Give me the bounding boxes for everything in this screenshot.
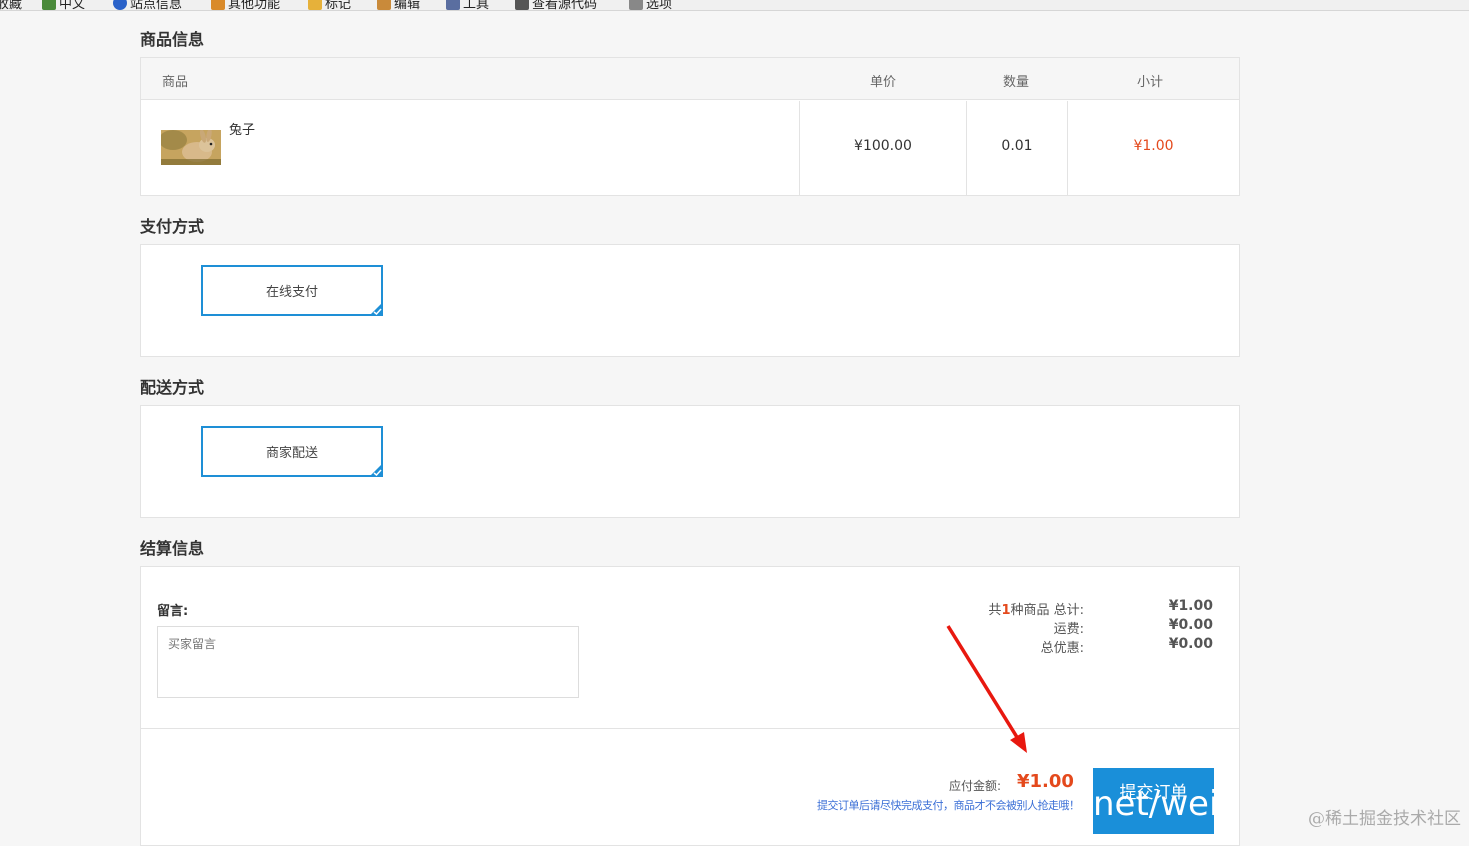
product-qty: 0.01 [967, 138, 1067, 154]
payable-label: 应付金额: [949, 777, 1001, 794]
tools-icon [446, 0, 460, 10]
total-value: ¥1.00 [1169, 598, 1213, 614]
goods-table-header: 商品 单价 数量 小计 [141, 58, 1239, 100]
options-icon [629, 0, 643, 10]
menu-item-2[interactable]: 中文 [42, 0, 85, 11]
payment-panel: 在线支付 [140, 244, 1240, 357]
url-watermark: net/wei [1093, 784, 1218, 824]
feature-icon [211, 0, 225, 10]
payable-amount: ¥1.00 [1017, 771, 1074, 792]
edit-icon [377, 0, 391, 10]
checkmark-corner-icon [369, 463, 383, 477]
menu-item-8[interactable]: 查看源代码 [515, 0, 597, 11]
settlement-section-title: 结算信息 [140, 535, 204, 559]
shipping-value: ¥0.00 [1169, 617, 1213, 633]
payment-note: 提交订单后请尽快完成支付，商品才不会被别人抢走哦！ [817, 797, 1080, 813]
delivery-panel: 商家配送 [140, 405, 1240, 518]
settlement-panel: 留言: 共1种商品 总计: ¥1.00 运费: ¥0.00 总优惠: ¥0.00… [140, 566, 1240, 846]
discount-label: 总优惠: [1041, 637, 1084, 656]
goods-section-title: 商品信息 [140, 26, 204, 50]
site-watermark: @稀土掘金技术社区 [1308, 804, 1461, 829]
table-row: 兔子 ¥100.00 0.01 ¥1.00 [141, 101, 1239, 195]
checkmark-corner-icon [369, 302, 383, 316]
menu-item-5[interactable]: 标记 [308, 0, 351, 11]
source-code-icon [515, 0, 529, 10]
menu-item-4[interactable]: 其他功能 [211, 0, 280, 11]
menu-item-7[interactable]: 工具 [446, 0, 489, 11]
header-product: 商品 [162, 71, 188, 90]
message-label: 留言: [157, 600, 188, 619]
menu-item-6[interactable]: 编辑 [377, 0, 420, 11]
buyer-message-input[interactable] [157, 626, 579, 698]
goods-count-line: 共1种商品 总计: [988, 599, 1084, 618]
goods-table: 商品 单价 数量 小计 兔子 ¥100.00 0.01 ¥1.00 [140, 57, 1240, 196]
header-subtotal: 小计 [1137, 71, 1163, 90]
info-icon [113, 0, 127, 10]
delivery-section-title: 配送方式 [140, 374, 204, 398]
menu-item-3[interactable]: 站点信息 [113, 0, 182, 11]
product-image[interactable] [161, 130, 221, 165]
delivery-option-merchant[interactable]: 商家配送 [201, 426, 383, 477]
shipping-label: 运费: [1054, 618, 1084, 637]
product-subtotal: ¥1.00 [1068, 138, 1239, 154]
menu-item-1[interactable]: 收藏 [0, 0, 22, 11]
payment-option-label: 在线支付 [266, 281, 318, 300]
pencil-icon [308, 0, 322, 10]
red-arrow-annotation [940, 620, 1040, 760]
image-icon [42, 0, 56, 10]
browser-menu-bar: 收藏 中文 站点信息 其他功能 标记 编辑 工具 查看源代码 选项 [0, 0, 1469, 11]
payment-option-online[interactable]: 在线支付 [201, 265, 383, 316]
menu-item-9[interactable]: 选项 [629, 0, 672, 11]
header-qty: 数量 [1003, 71, 1029, 90]
product-price: ¥100.00 [800, 138, 966, 154]
header-price: 单价 [870, 71, 896, 90]
discount-value: ¥0.00 [1169, 636, 1213, 652]
delivery-option-label: 商家配送 [266, 442, 318, 461]
product-name[interactable]: 兔子 [229, 119, 255, 138]
payment-section-title: 支付方式 [140, 213, 204, 237]
divider [141, 728, 1239, 729]
